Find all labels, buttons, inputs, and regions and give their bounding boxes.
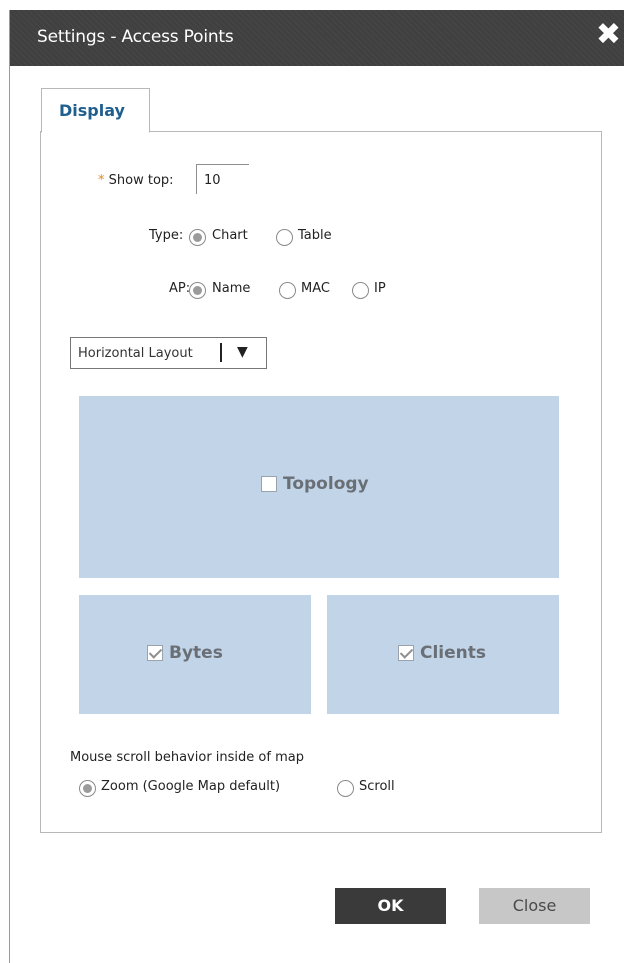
ap-ip-label: IP xyxy=(374,281,386,296)
clients-checkbox[interactable] xyxy=(398,645,414,661)
scroll-label: Scroll xyxy=(359,779,395,794)
ap-name-label: Name xyxy=(212,281,251,296)
ap-mac-label: MAC xyxy=(301,281,330,296)
ap-label: AP: xyxy=(169,281,191,296)
topology-label: Topology xyxy=(283,474,369,494)
zoom-radio[interactable] xyxy=(79,780,96,797)
ok-button[interactable]: OK xyxy=(335,888,446,924)
scroll-radio[interactable] xyxy=(337,780,354,797)
topology-tile[interactable]: Topology xyxy=(79,396,559,578)
bytes-tile[interactable]: Bytes xyxy=(79,595,311,714)
mouse-scroll-label: Mouse scroll behavior inside of map xyxy=(70,750,304,765)
show-top-label-text: Show top: xyxy=(108,173,174,188)
dialog-titlebar: Settings - Access Points ✖ xyxy=(10,10,624,66)
required-marker: * xyxy=(98,173,105,188)
bytes-label: Bytes xyxy=(169,643,223,663)
tab-display-label: Display xyxy=(59,101,125,120)
ap-name-radio[interactable] xyxy=(189,282,206,299)
clients-option[interactable]: Clients xyxy=(398,643,486,663)
show-top-input[interactable]: 10 xyxy=(196,164,249,194)
ap-ip-radio[interactable] xyxy=(352,282,369,299)
topology-checkbox[interactable] xyxy=(261,476,277,492)
type-table-label: Table xyxy=(298,228,332,243)
bytes-option[interactable]: Bytes xyxy=(147,643,223,663)
clients-tile[interactable]: Clients xyxy=(327,595,559,714)
type-chart-label: Chart xyxy=(212,228,248,243)
zoom-label: Zoom (Google Map default) xyxy=(101,779,281,794)
text-caret xyxy=(220,343,222,362)
layout-select[interactable]: Horizontal Layout ▼ xyxy=(70,337,267,369)
bytes-checkbox[interactable] xyxy=(147,645,163,661)
close-icon[interactable]: ✖ xyxy=(596,18,621,52)
show-top-label: * Show top: xyxy=(98,173,174,188)
layout-select-value: Horizontal Layout xyxy=(78,346,193,361)
type-table-radio[interactable] xyxy=(276,229,293,246)
dropdown-arrow-icon[interactable]: ▼ xyxy=(237,344,248,360)
ap-mac-radio[interactable] xyxy=(279,282,296,299)
dialog-title: Settings - Access Points xyxy=(37,27,234,47)
tab-display[interactable]: Display xyxy=(41,88,150,133)
close-button[interactable]: Close xyxy=(479,888,590,924)
type-label: Type: xyxy=(149,228,184,243)
topology-option[interactable]: Topology xyxy=(261,474,369,494)
clients-label: Clients xyxy=(420,643,487,663)
type-chart-radio[interactable] xyxy=(189,229,206,246)
